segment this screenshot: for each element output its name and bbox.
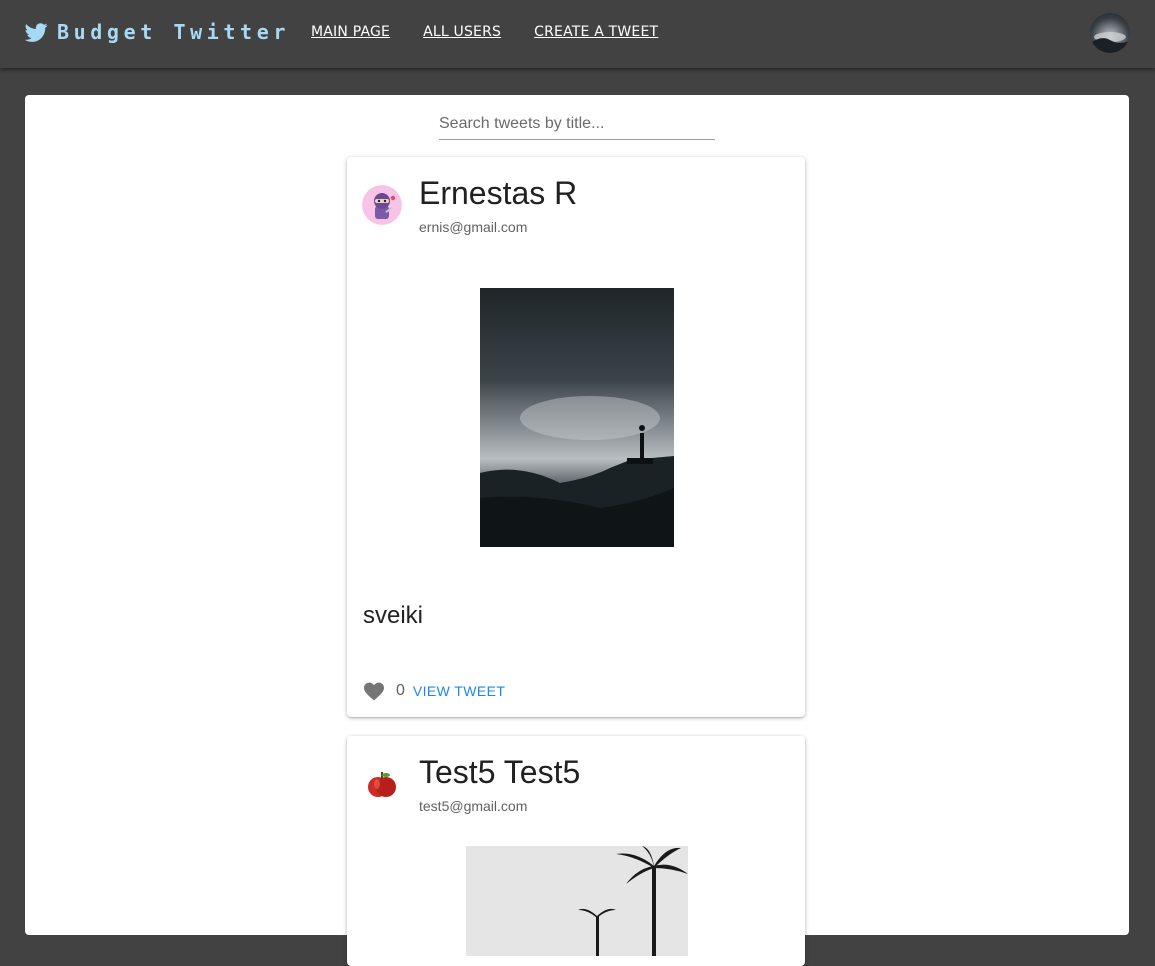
author-name: Ernestas R xyxy=(419,175,578,211)
author-name: Test5 Test5 xyxy=(419,754,581,790)
user-avatar[interactable] xyxy=(1090,13,1130,53)
main-nav: MAIN PAGE ALL USERS CREATE A TWEET xyxy=(311,24,691,40)
author-email: test5@gmail.com xyxy=(419,798,528,814)
feed-container: Ernestas R ernis@gmail.com xyxy=(25,95,1129,966)
nav-main-page[interactable]: MAIN PAGE xyxy=(311,24,390,40)
user-avatar-icon xyxy=(1090,32,1130,53)
tweet-title: sveiki xyxy=(363,602,424,629)
heart-icon[interactable] xyxy=(363,681,385,701)
nav-all-users[interactable]: ALL USERS xyxy=(423,24,501,40)
tweet-card: Ernestas R ernis@gmail.com sveiki 0 VIEW… xyxy=(347,157,805,717)
apple-avatar-icon[interactable] xyxy=(362,764,402,804)
nav-create-tweet[interactable]: CREATE A TWEET xyxy=(534,24,658,40)
search-input[interactable] xyxy=(439,109,715,140)
view-tweet-link[interactable]: VIEW TWEET xyxy=(413,683,505,699)
author-email: ernis@gmail.com xyxy=(419,219,528,235)
brand-title: Budget Twitter xyxy=(57,20,290,44)
brand[interactable]: Budget Twitter xyxy=(25,20,290,44)
tweet-image xyxy=(480,288,674,547)
like-count: 0 xyxy=(396,682,405,699)
twitter-bird-icon xyxy=(25,22,48,42)
tweet-image xyxy=(466,846,688,956)
tweet-actions: 0 VIEW TWEET xyxy=(363,681,505,701)
ninja-avatar-icon[interactable] xyxy=(362,185,402,225)
top-app-bar: Budget Twitter MAIN PAGE ALL USERS CREAT… xyxy=(0,0,1155,68)
tweet-card: Test5 Test5 test5@gmail.com xyxy=(347,736,805,966)
